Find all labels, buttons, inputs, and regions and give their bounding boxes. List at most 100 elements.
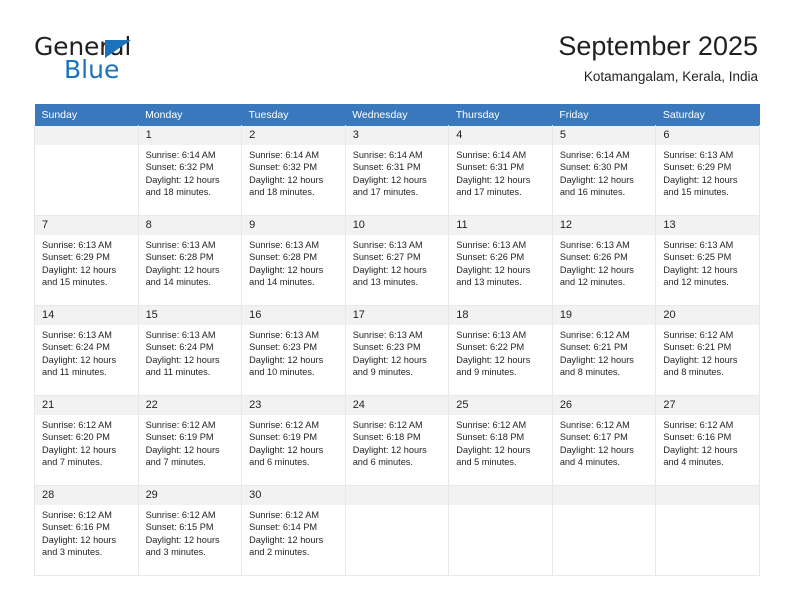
day-detail-line: Daylight: 12 hours xyxy=(559,444,634,455)
day-detail-line: Daylight: 12 hours xyxy=(249,534,324,545)
calendar-week-row: 14 Sunrise: 6:13 AM Sunset: 6:24 PM Dayligh… xyxy=(34,305,760,396)
day-detail-line: and 18 minutes. xyxy=(145,187,211,198)
day-number: 25 xyxy=(449,396,552,415)
day-detail-line: Sunrise: 6:14 AM xyxy=(559,150,630,160)
calendar-day-cell[interactable]: 2 Sunrise: 6:14 AM Sunset: 6:32 PM Daylight… xyxy=(241,125,346,216)
day-details: Sunrise: 6:13 AM Sunset: 6:23 PM Daylight:… xyxy=(346,325,449,379)
weekday-header-cell: Saturday xyxy=(655,104,760,126)
day-detail-line: Daylight: 12 hours xyxy=(42,354,117,365)
day-details: Sunrise: 6:12 AM Sunset: 6:21 PM Daylight:… xyxy=(553,325,656,379)
day-number: 3 xyxy=(345,126,449,145)
day-detail-line: and 2 minutes. xyxy=(249,547,310,558)
day-details: Sunrise: 6:12 AM Sunset: 6:14 PM Daylight:… xyxy=(242,505,345,559)
day-details: Sunrise: 6:13 AM Sunset: 6:24 PM Daylight:… xyxy=(35,325,138,379)
day-detail-line: Daylight: 12 hours xyxy=(145,444,220,455)
weekday-header-cell: Friday xyxy=(552,104,656,126)
day-number: 1 xyxy=(138,126,242,145)
day-detail-line: Daylight: 12 hours xyxy=(559,174,634,185)
day-detail-line: Sunset: 6:19 PM xyxy=(249,432,318,443)
day-detail-line: Daylight: 12 hours xyxy=(663,264,738,275)
day-detail-line: Sunset: 6:21 PM xyxy=(559,342,628,353)
day-detail-line: and 5 minutes. xyxy=(456,457,517,468)
day-detail-line: Daylight: 12 hours xyxy=(145,534,220,545)
day-details: Sunrise: 6:12 AM Sunset: 6:17 PM Daylight:… xyxy=(553,415,656,469)
generalblue-logo[interactable]: General Blue xyxy=(34,34,294,90)
day-detail-line: Daylight: 12 hours xyxy=(559,354,634,365)
calendar-day-cell[interactable]: 10 Sunrise: 6:13 AM Sunset: 6:27 PM Dayligh… xyxy=(344,215,450,306)
calendar-day-cell[interactable]: 17 Sunrise: 6:13 AM Sunset: 6:23 PM Dayligh… xyxy=(344,305,450,396)
calendar-day-cell[interactable]: 9 Sunrise: 6:13 AM Sunset: 6:28 PM Daylight… xyxy=(241,215,346,306)
day-detail-line: and 4 minutes. xyxy=(559,457,621,468)
day-number: 9 xyxy=(242,216,345,235)
weekday-header-cell: Tuesday xyxy=(241,104,346,126)
day-details: Sunrise: 6:13 AM Sunset: 6:26 PM Daylight:… xyxy=(553,235,656,289)
calendar-day-cell[interactable]: 16 Sunrise: 6:13 AM Sunset: 6:23 PM Dayligh… xyxy=(241,305,346,396)
day-detail-line: Daylight: 12 hours xyxy=(663,174,738,185)
day-detail-line: Sunrise: 6:13 AM xyxy=(559,240,630,250)
day-number: 18 xyxy=(449,306,552,325)
day-detail-line: Sunset: 6:16 PM xyxy=(663,432,732,443)
calendar-day-cell[interactable]: 3 Sunrise: 6:14 AM Sunset: 6:31 PM Daylight… xyxy=(344,125,450,216)
day-number: 28 xyxy=(35,486,138,505)
calendar-day-cell[interactable]: 4 Sunrise: 6:14 AM Sunset: 6:31 PM Daylight… xyxy=(448,125,553,216)
day-number: 6 xyxy=(656,126,759,145)
calendar-day-cell[interactable]: 28 Sunrise: 6:12 AM Sunset: 6:16 PM Dayligh… xyxy=(34,485,139,576)
weekday-header-cell: Thursday xyxy=(448,104,553,126)
day-detail-line: Daylight: 12 hours xyxy=(249,354,324,365)
day-details: Sunrise: 6:14 AM Sunset: 6:32 PM Daylight:… xyxy=(242,145,345,199)
calendar-day-cell[interactable]: 30 Sunrise: 6:12 AM Sunset: 6:14 PM Dayligh… xyxy=(241,485,346,576)
day-detail-line: Sunset: 6:31 PM xyxy=(456,162,525,173)
calendar-day-cell[interactable]: 23 Sunrise: 6:12 AM Sunset: 6:19 PM Dayligh… xyxy=(241,395,346,486)
calendar-day-cell[interactable]: 7 Sunrise: 6:13 AM Sunset: 6:29 PM Daylight… xyxy=(34,215,139,306)
day-detail-line: and 13 minutes. xyxy=(352,277,419,288)
day-detail-line: Sunset: 6:16 PM xyxy=(42,522,110,533)
logo-text-blue: Blue xyxy=(64,55,120,84)
day-detail-line: Daylight: 12 hours xyxy=(663,354,738,365)
calendar-day-cell[interactable]: 11 Sunrise: 6:13 AM Sunset: 6:26 PM Dayligh… xyxy=(448,215,553,306)
calendar-day-cell[interactable]: 29 Sunrise: 6:12 AM Sunset: 6:15 PM Dayligh… xyxy=(137,485,243,576)
day-detail-line: Sunrise: 6:13 AM xyxy=(663,150,734,160)
calendar-day-cell[interactable]: 20 Sunrise: 6:12 AM Sunset: 6:21 PM Dayligh… xyxy=(655,305,760,396)
day-number: 19 xyxy=(552,306,656,325)
calendar-day-cell[interactable]: 8 Sunrise: 6:13 AM Sunset: 6:28 PM Daylight… xyxy=(137,215,243,306)
day-detail-line: Sunrise: 6:13 AM xyxy=(663,240,734,250)
day-number: 14 xyxy=(35,306,138,325)
day-detail-line: Sunset: 6:29 PM xyxy=(663,162,732,173)
calendar-day-cell[interactable]: 5 Sunrise: 6:14 AM Sunset: 6:30 PM Daylight… xyxy=(551,125,657,216)
page-header: General Blue September 2025 Kotamangalam… xyxy=(0,0,792,100)
day-detail-line: and 14 minutes. xyxy=(145,277,211,288)
day-number: 8 xyxy=(138,216,242,235)
calendar-day-cell[interactable]: 22 Sunrise: 6:12 AM Sunset: 6:19 PM Dayligh… xyxy=(137,395,243,486)
calendar-empty-cell xyxy=(448,485,553,576)
calendar-day-cell[interactable]: 15 Sunrise: 6:13 AM Sunset: 6:24 PM Dayligh… xyxy=(137,305,243,396)
day-number xyxy=(449,486,552,505)
day-details: Sunrise: 6:12 AM Sunset: 6:19 PM Daylight:… xyxy=(242,415,345,469)
day-detail-line: Sunrise: 6:13 AM xyxy=(352,330,423,340)
calendar-day-cell[interactable]: 25 Sunrise: 6:12 AM Sunset: 6:18 PM Dayligh… xyxy=(448,395,553,486)
calendar-day-cell[interactable]: 27 Sunrise: 6:12 AM Sunset: 6:16 PM Dayligh… xyxy=(655,395,760,486)
day-detail-line: and 17 minutes. xyxy=(352,187,419,198)
day-detail-line: and 9 minutes. xyxy=(456,367,517,378)
day-detail-line: Sunrise: 6:13 AM xyxy=(42,240,112,250)
day-detail-line: Sunset: 6:32 PM xyxy=(145,162,214,173)
calendar-day-cell[interactable]: 18 Sunrise: 6:13 AM Sunset: 6:22 PM Dayligh… xyxy=(448,305,553,396)
calendar-day-cell[interactable]: 26 Sunrise: 6:12 AM Sunset: 6:17 PM Dayligh… xyxy=(551,395,657,486)
calendar-day-cell[interactable]: 6 Sunrise: 6:13 AM Sunset: 6:29 PM Daylight… xyxy=(655,125,760,216)
day-number: 27 xyxy=(656,396,759,415)
day-detail-line: and 9 minutes. xyxy=(352,367,413,378)
day-detail-line: Sunrise: 6:12 AM xyxy=(559,330,630,340)
calendar-day-cell[interactable]: 1 Sunrise: 6:14 AM Sunset: 6:32 PM Daylight… xyxy=(137,125,243,216)
calendar-day-cell[interactable]: 21 Sunrise: 6:12 AM Sunset: 6:20 PM Dayligh… xyxy=(34,395,139,486)
calendar-day-cell[interactable]: 14 Sunrise: 6:13 AM Sunset: 6:24 PM Dayligh… xyxy=(34,305,139,396)
day-details: Sunrise: 6:13 AM Sunset: 6:29 PM Daylight:… xyxy=(656,145,759,199)
day-detail-line: Sunset: 6:19 PM xyxy=(145,432,214,443)
day-details: Sunrise: 6:13 AM Sunset: 6:24 PM Daylight:… xyxy=(139,325,242,379)
calendar-day-cell[interactable]: 24 Sunrise: 6:12 AM Sunset: 6:18 PM Dayligh… xyxy=(344,395,450,486)
weekday-header-cell: Monday xyxy=(138,104,242,126)
calendar-day-cell[interactable]: 13 Sunrise: 6:13 AM Sunset: 6:25 PM Dayligh… xyxy=(655,215,760,306)
day-detail-line: and 17 minutes. xyxy=(456,187,522,198)
calendar-day-cell[interactable]: 19 Sunrise: 6:12 AM Sunset: 6:21 PM Dayligh… xyxy=(551,305,657,396)
day-detail-line: Sunset: 6:32 PM xyxy=(249,162,318,173)
day-detail-line: Sunrise: 6:14 AM xyxy=(249,150,320,160)
calendar-day-cell[interactable]: 12 Sunrise: 6:13 AM Sunset: 6:26 PM Dayligh… xyxy=(551,215,657,306)
